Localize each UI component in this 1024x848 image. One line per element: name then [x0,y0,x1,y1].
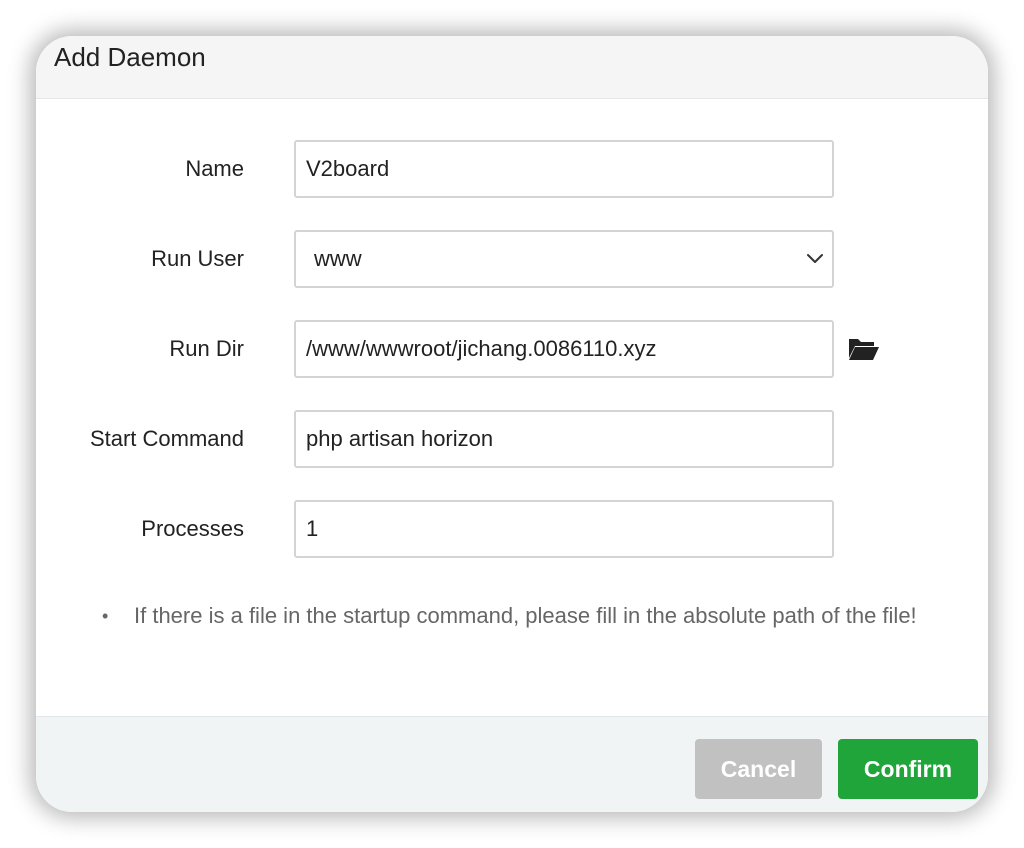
folder-open-icon[interactable] [848,336,880,362]
chevron-down-icon [807,254,823,263]
name-label: Name [185,156,244,181]
run-user-selected-value[interactable]: www [294,230,834,288]
add-daemon-dialog: Add Daemon Name Run User www Run Dir Sta… [36,36,988,812]
run-user-select[interactable]: www [294,230,834,288]
startup-command-hint: • If there is a file in the startup comma… [102,592,952,640]
name-row: Name [36,140,988,198]
hint-bullet: • [102,606,109,626]
hint-text: If there is a file in the startup comman… [134,603,917,628]
confirm-button[interactable]: Confirm [838,739,978,799]
start-command-input[interactable] [294,410,834,468]
dialog-title: Add Daemon [54,42,206,72]
start-command-row: Start Command [36,410,988,468]
dialog-header: Add Daemon [36,36,988,99]
run-user-label: Run User [151,246,244,271]
start-command-label: Start Command [89,426,244,451]
cancel-button[interactable]: Cancel [695,739,822,799]
processes-input[interactable] [294,500,834,558]
dialog-footer: Cancel Confirm [36,716,988,812]
run-dir-row: Run Dir [36,320,988,378]
run-dir-label: Run Dir [169,336,244,361]
processes-label: Processes [141,516,244,541]
processes-row: Processes [36,500,988,558]
run-dir-input[interactable] [294,320,834,378]
run-user-row: Run User www [36,230,988,288]
name-input[interactable] [294,140,834,198]
